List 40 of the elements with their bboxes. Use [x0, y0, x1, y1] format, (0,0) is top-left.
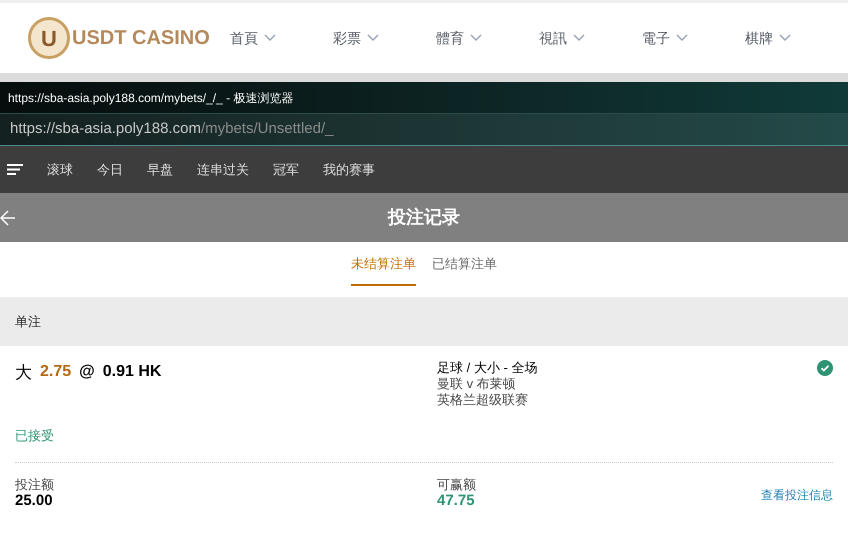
stake-amount: 25.00: [15, 492, 54, 510]
nav-item[interactable]: 连串过关: [197, 160, 249, 180]
chevron-down-icon: [573, 34, 585, 42]
bet-odds: 0.91 HK: [102, 362, 162, 382]
menu-item[interactable]: 棋牌: [745, 28, 848, 48]
stake-label: 投注额: [15, 477, 55, 492]
page-title: 投注记录: [388, 206, 460, 229]
menu-item[interactable]: 彩票: [333, 28, 436, 48]
nav-item[interactable]: 冠军: [273, 160, 299, 180]
chevron-down-icon: [779, 34, 791, 42]
win-amount: 47.75: [437, 492, 476, 510]
league-name: 英格兰超级联赛: [437, 392, 529, 408]
nav-item[interactable]: 早盘: [147, 160, 173, 180]
at-sign: @: [79, 362, 95, 382]
nav-item[interactable]: 我的赛事: [323, 160, 375, 180]
logo-mark: U: [41, 24, 57, 52]
bet-market: 足球 / 大小 - 全场: [437, 360, 538, 376]
menu-icon[interactable]: [7, 164, 23, 175]
window-title: https://sba-asia.poly188.com/mybets/_/_ - 极速浏览器: [8, 90, 294, 106]
chevron-down-icon: [676, 34, 688, 42]
match-name: 曼联 v 布莱顿: [437, 376, 517, 392]
bet-line: 2.75: [40, 362, 72, 382]
nav-item[interactable]: 今日: [97, 160, 123, 180]
logo-text: USDT CASINO: [72, 26, 210, 51]
menu-item[interactable]: 電子: [642, 28, 745, 48]
chevron-down-icon: [264, 34, 276, 42]
bet-status: 已接受: [15, 428, 54, 443]
menu-item[interactable]: 首頁: [230, 28, 333, 48]
nav-item[interactable]: 滚球: [47, 160, 73, 180]
bet-selection: 大: [15, 362, 32, 384]
menu-item[interactable]: 體育: [436, 28, 539, 48]
chevron-down-icon: [470, 34, 482, 42]
section-header: 单注: [0, 297, 848, 346]
tab[interactable]: 已结算注单: [432, 254, 497, 286]
menu-item[interactable]: 視訊: [539, 28, 642, 48]
tab[interactable]: 未结算注单: [351, 254, 416, 286]
chevron-down-icon: [367, 34, 379, 42]
back-arrow-icon[interactable]: [0, 210, 16, 226]
bet-details-link[interactable]: 查看投注信息: [761, 486, 833, 504]
win-label: 可赢额: [437, 477, 476, 492]
